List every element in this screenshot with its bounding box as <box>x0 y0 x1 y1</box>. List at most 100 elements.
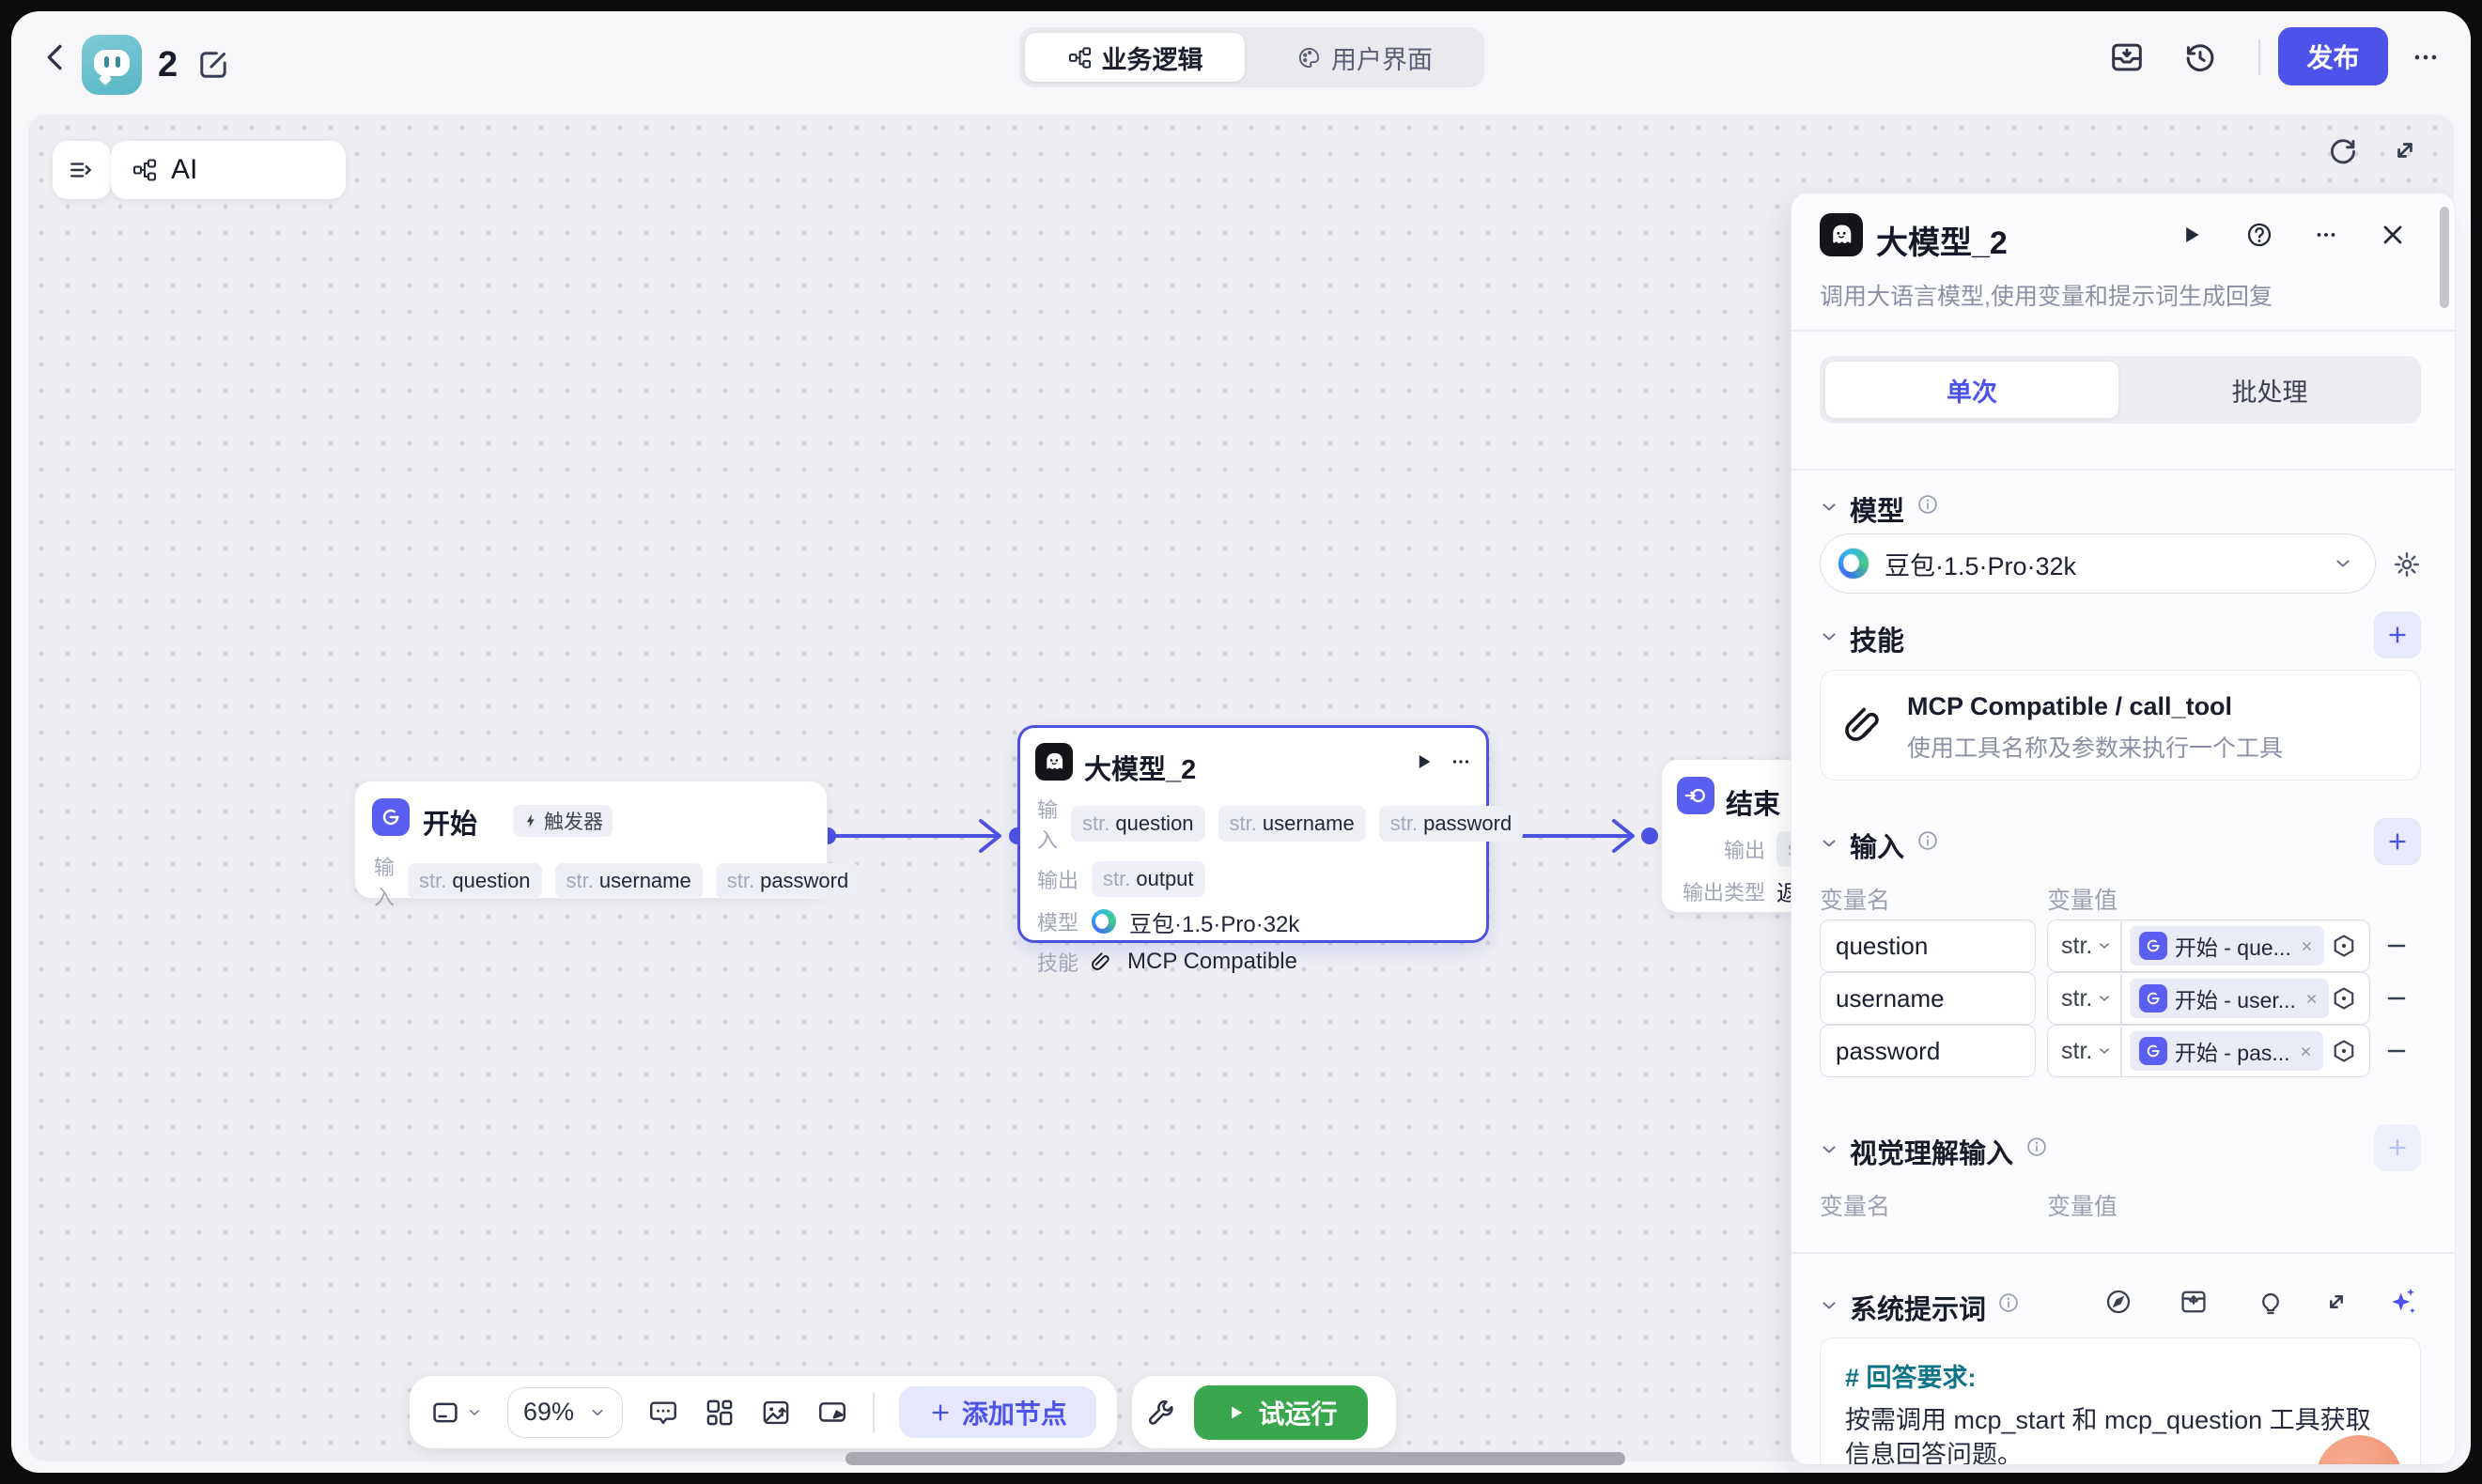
add-vision-input-button[interactable] <box>2374 1124 2421 1171</box>
run-node-icon[interactable] <box>1411 750 1435 774</box>
hexagon-setting-icon[interactable] <box>2330 932 2358 960</box>
panel-more-icon[interactable] <box>2312 221 2340 249</box>
back-icon[interactable] <box>39 40 73 74</box>
sidebar-toggle-button[interactable] <box>53 141 111 199</box>
tab-single[interactable]: 单次 <box>1825 362 2118 418</box>
var-chip: str.username <box>555 863 703 899</box>
topbar-divider <box>2258 39 2260 75</box>
reload-icon[interactable] <box>2326 133 2360 167</box>
remove-ref-icon[interactable] <box>2304 991 2319 1007</box>
tab-user-interface[interactable]: 用户界面 <box>1245 39 1484 76</box>
chevron-down-icon[interactable] <box>1818 1138 1840 1161</box>
variable-ref-chip[interactable]: 开始 - user... <box>2130 979 2329 1018</box>
var-value-box[interactable]: str. 开始 - que... <box>2047 920 2370 972</box>
info-icon[interactable] <box>2024 1135 2049 1159</box>
edit-icon[interactable] <box>195 47 231 83</box>
var-value-box[interactable]: str. 开始 - user... <box>2047 972 2370 1025</box>
hexagon-setting-icon[interactable] <box>2330 984 2358 1013</box>
chevron-down-icon[interactable] <box>1818 496 1840 518</box>
horizontal-scrollbar-thumb[interactable] <box>845 1452 1625 1465</box>
start-ref-icon <box>2139 984 2167 1013</box>
mcp-icon <box>1092 951 1114 973</box>
wrench-icon[interactable] <box>1145 1397 1177 1429</box>
skill-label: 技能 <box>1037 947 1078 977</box>
info-icon[interactable] <box>1996 1291 2021 1315</box>
remove-row-icon[interactable] <box>2383 933 2410 959</box>
bolt-icon <box>522 812 539 829</box>
type-select[interactable]: str. <box>2048 933 2113 960</box>
history-icon[interactable] <box>2181 39 2219 76</box>
node-start[interactable]: 开始 触发器 输入 str.question str.username str.… <box>354 781 828 899</box>
export-icon[interactable] <box>816 1397 848 1429</box>
panel-node-icon <box>1820 213 1863 256</box>
skill-card[interactable]: MCP Compatible / call_tool 使用工具名称及参数来执行一… <box>1820 670 2421 781</box>
more-icon[interactable] <box>2409 40 2443 74</box>
panel-run-icon[interactable] <box>2177 221 2205 249</box>
model-label: 模型 <box>1037 906 1078 936</box>
var-name-input[interactable] <box>1820 1025 2036 1077</box>
var-value-box[interactable]: str. 开始 - pas... <box>2047 1025 2370 1077</box>
chevron-down-icon[interactable] <box>1818 832 1840 855</box>
app-avatar[interactable] <box>82 35 142 95</box>
workflow-pill[interactable]: AI <box>111 141 346 199</box>
model-settings-gear-icon[interactable] <box>2391 549 2423 580</box>
prompt-heading: # 回答要求: <box>1845 1357 2396 1394</box>
chevron-down-icon <box>2096 1043 2113 1059</box>
var-name-input[interactable] <box>1820 972 2036 1025</box>
chevron-down-icon[interactable] <box>1818 1294 1840 1317</box>
upload-image-icon[interactable] <box>760 1397 792 1429</box>
input-label: 输入 <box>1037 794 1058 854</box>
archive-icon[interactable] <box>2108 39 2146 76</box>
prompt-library-icon[interactable] <box>2179 1287 2209 1317</box>
comment-icon[interactable] <box>647 1397 679 1429</box>
lightbulb-icon[interactable] <box>2256 1287 2286 1317</box>
panel-help-icon[interactable] <box>2244 220 2274 250</box>
compass-icon[interactable] <box>2103 1287 2133 1317</box>
toolbar-divider <box>873 1393 874 1432</box>
expand-prompt-icon[interactable] <box>2321 1287 2351 1317</box>
model-select[interactable]: 豆包·1.5·Pro·32k <box>1820 533 2376 594</box>
panel-subtitle: 调用大语言模型,使用变量和提示词生成回复 <box>1820 278 2273 312</box>
doubao-icon <box>1838 548 1869 580</box>
type-select[interactable]: str. <box>2048 1038 2113 1065</box>
chevron-down-icon[interactable] <box>1818 626 1840 648</box>
tab-batch[interactable]: 批处理 <box>2118 372 2421 409</box>
panel-close-icon[interactable] <box>2378 220 2408 250</box>
hexagon-setting-icon[interactable] <box>2330 1037 2358 1065</box>
info-icon[interactable] <box>1916 828 1940 853</box>
publish-button[interactable]: 发布 <box>2278 27 2388 85</box>
add-node-button[interactable]: 添加节点 <box>899 1386 1096 1438</box>
remove-row-icon[interactable] <box>2383 985 2410 1012</box>
tab-business-logic[interactable]: 业务逻辑 <box>1025 33 1245 82</box>
variable-ref-chip[interactable]: 开始 - pas... <box>2130 1031 2323 1071</box>
type-select[interactable]: str. <box>2048 985 2113 1013</box>
palette-icon <box>1296 45 1322 70</box>
add-input-button[interactable] <box>2374 818 2421 865</box>
auto-layout-icon[interactable] <box>704 1397 736 1429</box>
start-node-title: 开始 <box>423 802 477 842</box>
ai-optimize-sparkle-icon[interactable] <box>2385 1285 2419 1319</box>
node-model[interactable]: 大模型_2 输入 str.question str.username str.p… <box>1017 725 1489 943</box>
remove-row-icon[interactable] <box>2383 1038 2410 1064</box>
workflow-name: AI <box>171 154 197 186</box>
info-icon[interactable] <box>1916 492 1940 517</box>
col-name-label: 变量名 <box>1820 882 1890 916</box>
tab-batch-label: 批处理 <box>2232 372 2308 409</box>
remove-ref-icon[interactable] <box>2298 1043 2314 1059</box>
col-value-label: 变量值 <box>2047 882 2117 916</box>
node-more-icon[interactable] <box>1449 750 1473 774</box>
doubao-icon <box>1092 909 1116 934</box>
var-chip: str.question <box>408 863 542 899</box>
variable-ref-chip[interactable]: 开始 - que... <box>2130 926 2324 966</box>
var-chip: str.password <box>716 863 861 899</box>
test-run-button[interactable]: 试运行 <box>1194 1385 1368 1440</box>
zoom-select[interactable]: 69% <box>507 1387 623 1438</box>
add-skill-button[interactable] <box>2374 611 2421 658</box>
var-name-input[interactable] <box>1820 920 2036 972</box>
end-node-icon <box>1677 777 1714 814</box>
fullscreen-icon[interactable] <box>2388 133 2422 167</box>
panel-scrollbar-thumb[interactable] <box>2440 207 2449 308</box>
minimap-toggle[interactable] <box>430 1398 483 1428</box>
output-label: 输出 <box>1037 864 1078 894</box>
remove-ref-icon[interactable] <box>2299 938 2315 954</box>
